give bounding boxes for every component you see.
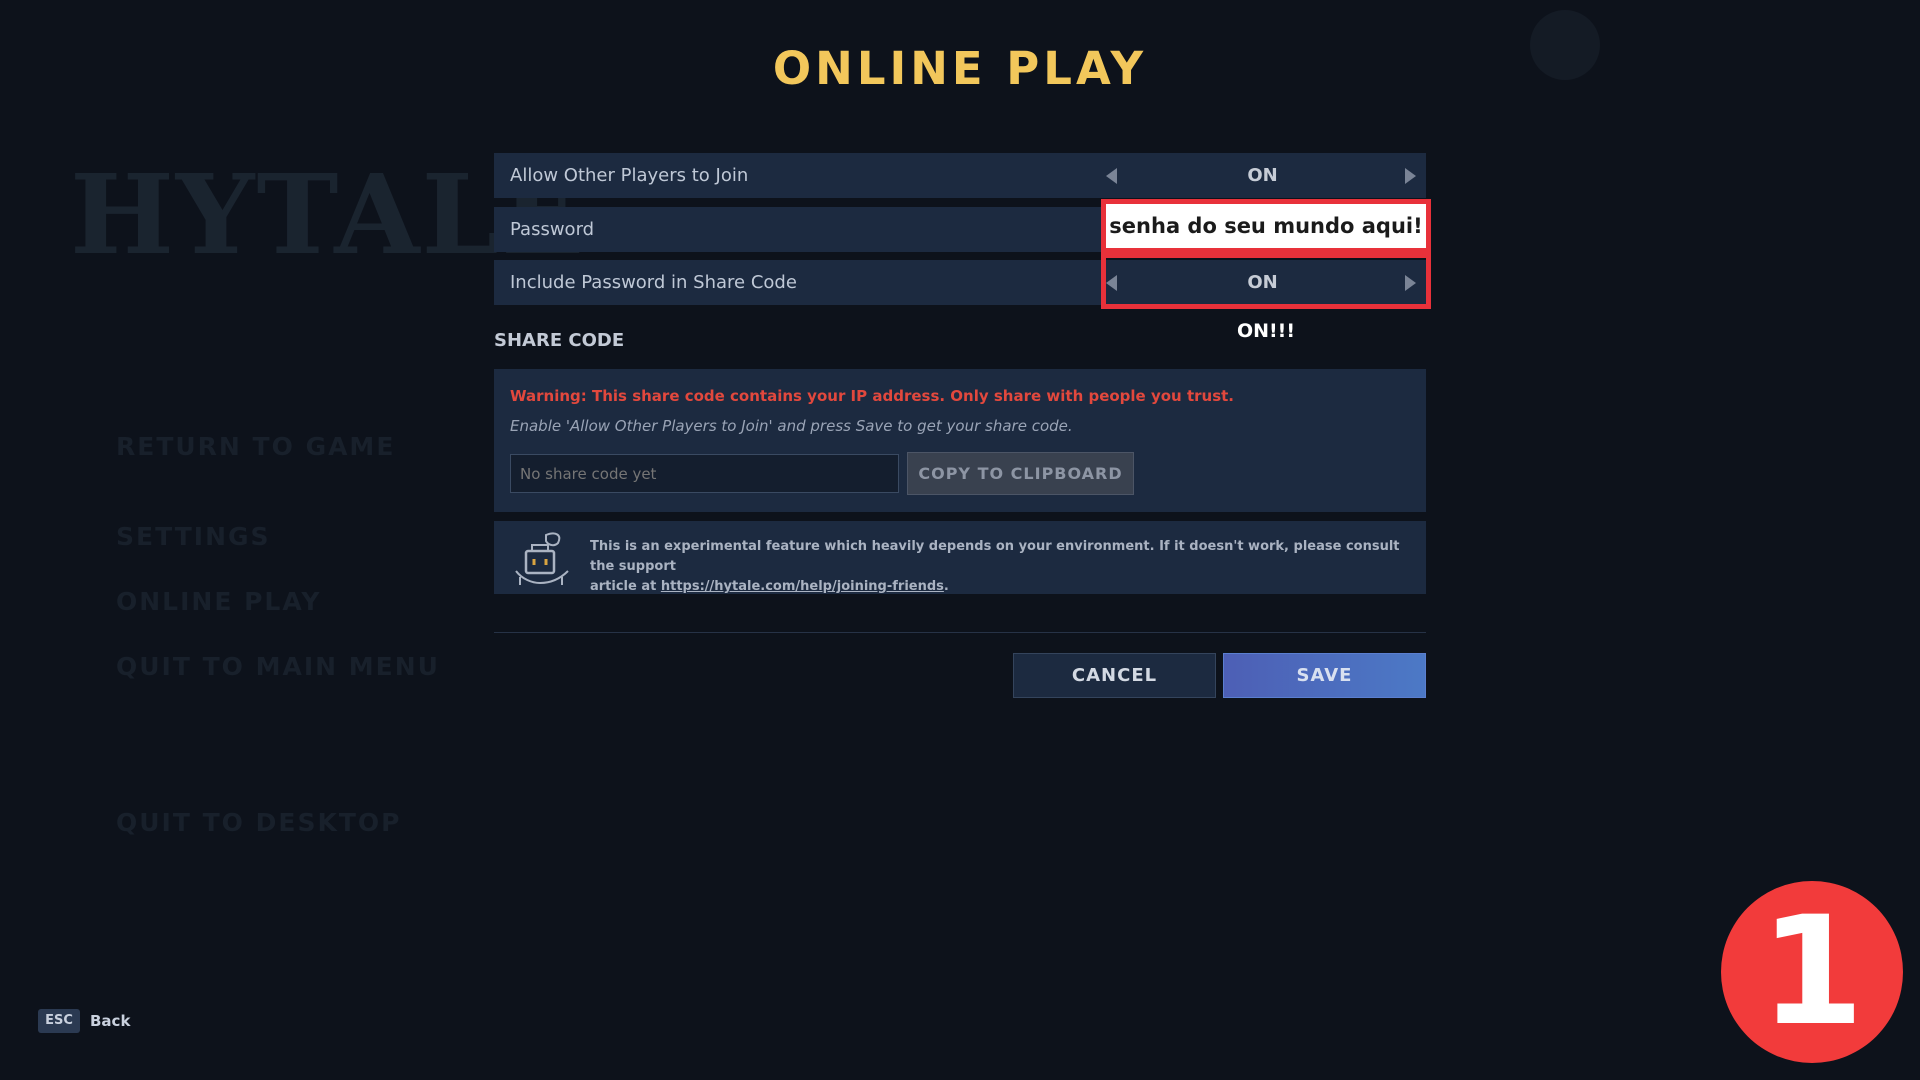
tinkerer-icon xyxy=(515,532,569,585)
divider xyxy=(494,632,1426,633)
back-label[interactable]: Back xyxy=(90,1009,130,1033)
save-button[interactable]: SAVE xyxy=(1223,653,1426,698)
background-menu-quit-to-desktop: QUIT TO DESKTOP xyxy=(116,808,402,837)
info-text-line1: This is an experimental feature which he… xyxy=(590,539,1400,574)
include-password-label: Include Password in Share Code xyxy=(510,272,797,293)
annotation-on-note: ON!!! xyxy=(1236,320,1296,342)
allow-join-selector[interactable]: ON xyxy=(1099,153,1426,198)
share-code-hint: Enable 'Allow Other Players to Join' and… xyxy=(510,417,1073,435)
cancel-button[interactable]: CANCEL xyxy=(1013,653,1216,698)
page-title: ONLINE PLAY xyxy=(772,42,1148,95)
allow-join-value: ON xyxy=(1247,165,1278,186)
step-number-badge: 1 xyxy=(1721,881,1903,1063)
password-label: Password xyxy=(510,219,595,240)
background-menu-settings: SETTINGS xyxy=(116,522,271,551)
experimental-info-panel: This is an experimental feature which he… xyxy=(494,521,1426,594)
info-text-prefix: article at xyxy=(590,579,661,594)
info-text-suffix: . xyxy=(943,579,949,594)
background-menu-return-to-game: RETURN TO GAME xyxy=(116,432,396,461)
copy-to-clipboard-button[interactable]: COPY TO CLIPBOARD xyxy=(907,452,1134,495)
share-code-heading: SHARE CODE xyxy=(494,330,625,351)
allow-join-label: Allow Other Players to Join xyxy=(510,165,749,186)
experimental-info-text: This is an experimental feature which he… xyxy=(590,537,1410,597)
background-menu-online-play: ONLINE PLAY xyxy=(116,587,322,616)
background-menu-quit-to-main-menu: QUIT TO MAIN MENU xyxy=(116,652,440,681)
share-code-warning: Warning: This share code contains your I… xyxy=(510,387,1234,405)
background-logo: HYTALE xyxy=(70,150,587,279)
password-field[interactable]: senha do seu mundo aqui! xyxy=(1101,199,1431,253)
annotation-highlight-frame xyxy=(1101,253,1431,309)
allow-join-row: Allow Other Players to Join ON xyxy=(494,153,1426,198)
share-code-input[interactable] xyxy=(510,454,899,493)
chevron-right-icon[interactable] xyxy=(1405,168,1416,184)
esc-key-badge[interactable]: ESC xyxy=(38,1009,80,1033)
support-article-link[interactable]: https://hytale.com/help/joining-friends xyxy=(661,579,944,594)
share-code-panel: Warning: This share code contains your I… xyxy=(494,369,1426,512)
